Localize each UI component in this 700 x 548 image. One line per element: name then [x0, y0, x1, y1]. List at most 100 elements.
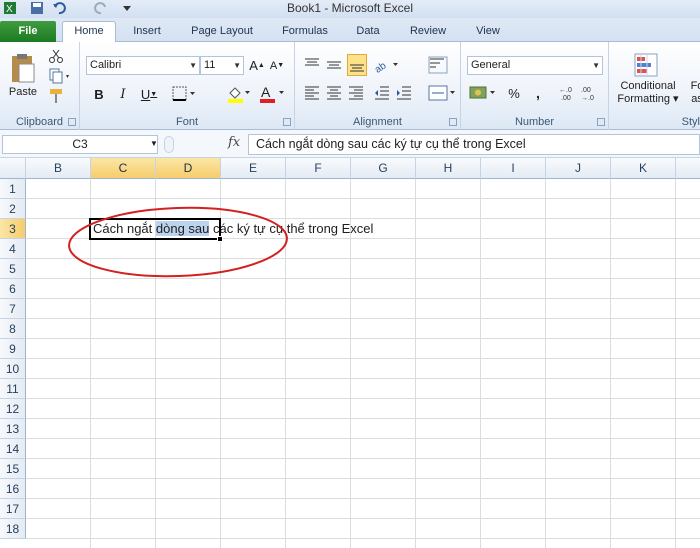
- row-header-2[interactable]: 2: [0, 199, 26, 219]
- ribbon: Paste Clipboard Calibri ▼ 11 ▼ A ▲ A ▼ B I U…: [0, 42, 700, 130]
- tab-insert[interactable]: Insert: [122, 22, 172, 42]
- row-header-16[interactable]: 16: [0, 479, 26, 499]
- alignment-launcher-icon[interactable]: [449, 118, 457, 126]
- column-header-h[interactable]: H: [416, 158, 481, 179]
- tab-file[interactable]: File: [0, 21, 56, 42]
- align-right-icon[interactable]: [347, 84, 365, 102]
- merge-center-icon[interactable]: [427, 84, 457, 102]
- align-bottom-button[interactable]: [347, 54, 367, 76]
- chevron-down-icon: ▼: [592, 61, 600, 70]
- italic-icon[interactable]: I: [114, 84, 132, 104]
- align-left-icon[interactable]: [303, 84, 321, 102]
- row-header-7[interactable]: 7: [0, 299, 26, 319]
- column-header-l[interactable]: [676, 158, 700, 179]
- annotation-ellipse: [68, 206, 288, 278]
- font-name-combo[interactable]: Calibri ▼: [86, 56, 200, 75]
- decrease-font-size-icon[interactable]: A ▼: [268, 56, 286, 75]
- wrap-text-icon[interactable]: [427, 56, 449, 74]
- column-header-c[interactable]: C: [91, 158, 156, 179]
- increase-font-size-icon[interactable]: A ▲: [248, 56, 266, 75]
- number-format-combo[interactable]: General ▼: [467, 56, 603, 75]
- svg-text:←.0: ←.0: [559, 87, 572, 94]
- row-header-14[interactable]: 14: [0, 439, 26, 459]
- decrease-decimal-icon[interactable]: .00→.0: [581, 84, 601, 102]
- borders-icon[interactable]: [172, 86, 198, 102]
- chevron-down-icon: ▼: [189, 61, 197, 70]
- font-launcher-icon[interactable]: [283, 118, 291, 126]
- formula-bar-splitter[interactable]: [164, 136, 174, 153]
- font-size-combo[interactable]: 11 ▼: [200, 56, 244, 75]
- row-header-13[interactable]: 13: [0, 419, 26, 439]
- row-header-12[interactable]: 12: [0, 399, 26, 419]
- font-color-icon[interactable]: A: [258, 84, 286, 104]
- window-title: Book1 - Microsoft Excel: [286, 1, 414, 15]
- column-header-f[interactable]: F: [286, 158, 351, 179]
- number-group-label: Number: [514, 116, 555, 128]
- paste-icon: [12, 54, 35, 83]
- copy-icon[interactable]: [48, 68, 72, 84]
- alignment-group-label: Alignment: [353, 116, 402, 128]
- chevron-down-icon[interactable]: ▼: [150, 139, 158, 148]
- insert-function-icon[interactable]: fx: [228, 135, 240, 150]
- svg-text:→.0: →.0: [581, 95, 594, 102]
- column-header-e[interactable]: E: [221, 158, 286, 179]
- ribbon-tabs: File Home Insert Page Layout Formulas Da…: [0, 18, 700, 43]
- row-header-6[interactable]: 6: [0, 279, 26, 299]
- tab-data[interactable]: Data: [346, 22, 390, 42]
- formula-bar: C3 ▼ fx Cách ngắt dòng sau các ký tự cụ …: [0, 130, 700, 158]
- column-header-d[interactable]: D: [156, 158, 221, 179]
- row-header-18[interactable]: 18: [0, 519, 26, 539]
- align-center-icon[interactable]: [325, 84, 343, 102]
- increase-indent-icon[interactable]: [395, 84, 413, 102]
- tab-home[interactable]: Home: [62, 21, 116, 43]
- row-header-11[interactable]: 11: [0, 379, 26, 399]
- name-box[interactable]: C3: [2, 135, 158, 154]
- number-group: General ▼ % , ←.0.00 .00 →.0 Number: [461, 42, 609, 130]
- cut-icon[interactable]: [48, 48, 64, 64]
- font-group-label: Font: [175, 116, 198, 128]
- fill-color-icon[interactable]: [226, 84, 252, 104]
- clipboard-launcher-icon[interactable]: [68, 118, 76, 126]
- paste-button[interactable]: Paste: [4, 46, 42, 104]
- increase-decimal-icon[interactable]: ←.0.00: [559, 84, 579, 102]
- bold-icon[interactable]: B: [90, 84, 108, 104]
- tab-review[interactable]: Review: [402, 22, 454, 42]
- alignment-group: ab Alignment: [295, 42, 461, 130]
- select-all-corner[interactable]: [0, 158, 26, 179]
- format-as-table-button[interactable]: Fo as: [687, 46, 700, 112]
- svg-text:.00: .00: [581, 87, 591, 94]
- svg-text:A: A: [261, 84, 271, 100]
- row-header-15[interactable]: 15: [0, 459, 26, 479]
- tab-page-layout[interactable]: Page Layout: [182, 22, 262, 42]
- format-painter-icon[interactable]: [48, 88, 64, 104]
- row-header-4[interactable]: 4: [0, 239, 26, 259]
- column-header-k[interactable]: K: [611, 158, 676, 179]
- column-header-b[interactable]: B: [26, 158, 91, 179]
- decrease-indent-icon[interactable]: [373, 84, 391, 102]
- underline-icon[interactable]: U ▼: [138, 84, 160, 104]
- row-header-1[interactable]: 1: [0, 179, 26, 199]
- number-launcher-icon[interactable]: [597, 118, 605, 126]
- tab-formulas[interactable]: Formulas: [274, 22, 336, 42]
- align-middle-icon[interactable]: [325, 56, 343, 74]
- styles-group: Conditional Formatting ▾ Fo as Styl: [609, 42, 700, 130]
- title-bar: X Book1 - Microsoft Excel: [0, 0, 700, 18]
- row-header-3[interactable]: 3: [0, 219, 26, 239]
- row-header-17[interactable]: 17: [0, 499, 26, 519]
- accounting-format-icon[interactable]: [469, 84, 497, 102]
- row-header-8[interactable]: 8: [0, 319, 26, 339]
- row-header-5[interactable]: 5: [0, 259, 26, 279]
- row-header-9[interactable]: 9: [0, 339, 26, 359]
- column-header-i[interactable]: I: [481, 158, 546, 179]
- comma-style-icon[interactable]: ,: [529, 84, 547, 102]
- tab-view[interactable]: View: [466, 22, 510, 42]
- column-header-j[interactable]: J: [546, 158, 611, 179]
- conditional-formatting-button[interactable]: Conditional Formatting ▾: [613, 46, 683, 112]
- percent-style-icon[interactable]: %: [505, 84, 523, 102]
- conditional-formatting-icon: [634, 53, 658, 77]
- formula-input[interactable]: Cách ngắt dòng sau các ký tự cụ thể tron…: [248, 134, 700, 155]
- align-top-icon[interactable]: [303, 56, 321, 74]
- orientation-icon[interactable]: ab: [373, 56, 401, 74]
- row-header-10[interactable]: 10: [0, 359, 26, 379]
- column-header-g[interactable]: G: [351, 158, 416, 179]
